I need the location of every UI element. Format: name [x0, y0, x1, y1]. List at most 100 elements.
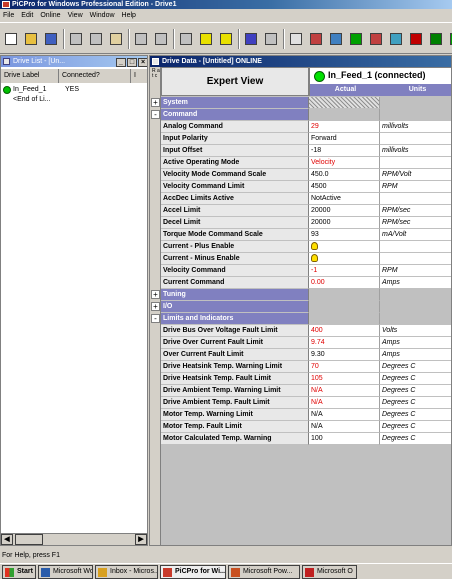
table-row[interactable]: Motor Temp. Warning Limit N/A Degrees C — [161, 409, 451, 421]
parameter-value[interactable]: NotActive — [309, 193, 380, 205]
cut-icon[interactable] — [67, 30, 85, 48]
taskbar-item[interactable]: Inbox - Micros... — [95, 565, 158, 579]
menu-window[interactable]: Window — [90, 12, 115, 19]
save-icon[interactable] — [42, 30, 60, 48]
drive-list-item[interactable]: In_Feed_1 YES — [1, 85, 147, 95]
section-row[interactable]: I/O — [161, 301, 451, 313]
copy-icon[interactable] — [87, 30, 105, 48]
menu-edit[interactable]: Edit — [21, 12, 33, 19]
table-row[interactable]: Active Operating Mode Velocity — [161, 157, 451, 169]
drive-list-end[interactable]: <End of Li... — [1, 95, 147, 105]
section-row[interactable]: Command — [161, 109, 451, 121]
help-icon[interactable] — [197, 30, 215, 48]
parameter-value[interactable]: N/A — [309, 397, 380, 409]
col-drive-label[interactable]: Drive Label — [1, 69, 59, 83]
parameter-value[interactable]: 400 — [309, 325, 380, 337]
close-button[interactable]: × — [138, 58, 147, 67]
menu-help[interactable]: Help — [122, 12, 136, 19]
horizontal-scrollbar[interactable]: ◀ ▶ — [1, 533, 147, 545]
parameter-value[interactable]: 20000 — [309, 217, 380, 229]
menu-view[interactable]: View — [68, 12, 83, 19]
taskbar-item[interactable]: PiCPro for Wi... — [160, 565, 226, 579]
col-connected[interactable]: Connected? — [59, 69, 131, 83]
parameter-value[interactable]: 9.30 — [309, 349, 380, 361]
drive-icon[interactable] — [327, 30, 345, 48]
table-row[interactable]: Velocity Command Limit 4500 RPM — [161, 181, 451, 193]
table-row[interactable]: Drive Ambient Temp. Warning Limit N/A Degr… — [161, 385, 451, 397]
open-folder-icon[interactable] — [22, 30, 40, 48]
table-row[interactable]: Motor Calculated Temp. Warning 100 Degrees… — [161, 433, 451, 445]
parameter-value[interactable]: 450.0 — [309, 169, 380, 181]
parameter-value[interactable]: N/A — [309, 421, 380, 433]
function-icon[interactable] — [387, 30, 405, 48]
collapse-icon[interactable]: - — [151, 110, 160, 119]
parameter-value[interactable]: N/A — [309, 385, 380, 397]
taskbar-item[interactable]: Microsoft O — [302, 565, 357, 579]
restore-button[interactable]: □ — [127, 58, 137, 67]
table-row[interactable]: Drive Bus Over Voltage Fault Limit 400 Vol… — [161, 325, 451, 337]
section-row[interactable]: Limits and Indicators — [161, 313, 451, 325]
table-row[interactable]: Decel Limit 20000 RPM/sec — [161, 217, 451, 229]
table-row[interactable]: Accel Limit 20000 RPM/sec — [161, 205, 451, 217]
parameter-value[interactable]: 100 — [309, 433, 380, 445]
section-row[interactable]: Tuning — [161, 289, 451, 301]
parameter-value[interactable]: 9.74 — [309, 337, 380, 349]
taskbar-item[interactable]: Microsoft Wor... — [38, 565, 93, 579]
table-row[interactable]: Drive Over Current Fault Limit 9.74 Amps — [161, 337, 451, 349]
online-icon[interactable] — [347, 30, 365, 48]
table-row[interactable]: Drive Heatsink Temp. Fault Limit 105 Degre… — [161, 373, 451, 385]
parameter-value[interactable]: 105 — [309, 373, 380, 385]
expand-icon[interactable]: + — [151, 98, 160, 107]
table-row[interactable]: Input Polarity Forward — [161, 133, 451, 145]
minimize-button[interactable]: _ — [116, 58, 126, 67]
parameter-value[interactable]: Forward — [309, 133, 380, 145]
parameter-value[interactable]: 4500 — [309, 181, 380, 193]
parameter-value[interactable]: -1 — [309, 265, 380, 277]
expand-icon[interactable]: + — [151, 290, 160, 299]
undo-icon[interactable] — [132, 30, 150, 48]
scroll-left-icon[interactable]: ◀ — [1, 534, 13, 545]
table-row[interactable]: Input Offset -18 millivolts — [161, 145, 451, 157]
table-row[interactable]: Analog Command 29 millivolts — [161, 121, 451, 133]
parameter-value[interactable]: 70 — [309, 361, 380, 373]
parameter-value[interactable]: Velocity — [309, 157, 380, 169]
scroll-right-icon[interactable]: ▶ — [135, 534, 147, 545]
stop-icon[interactable] — [407, 30, 425, 48]
ladder-icon[interactable] — [367, 30, 385, 48]
monitor-icon[interactable] — [307, 30, 325, 48]
table-row[interactable]: Drive Ambient Temp. Fault Limit N/A Degree… — [161, 397, 451, 409]
table-row[interactable]: Velocity Command -1 RPM — [161, 265, 451, 277]
parameter-value[interactable]: -18 — [309, 145, 380, 157]
section-row[interactable]: System — [161, 97, 451, 109]
parameter-value[interactable] — [309, 253, 380, 265]
run-icon[interactable] — [427, 30, 445, 48]
context-help-icon[interactable] — [217, 30, 235, 48]
menu-online[interactable]: Online — [40, 12, 60, 19]
table-row[interactable]: Over Current Fault Limit 9.30 Amps — [161, 349, 451, 361]
menu-file[interactable]: File — [3, 12, 14, 19]
parameter-value[interactable]: 20000 — [309, 205, 380, 217]
taskbar-item[interactable]: Microsoft Pow... — [228, 565, 300, 579]
library-icon[interactable] — [242, 30, 260, 48]
parameter-value[interactable]: 0.00 — [309, 277, 380, 289]
print-icon[interactable] — [177, 30, 195, 48]
expand-icon[interactable]: + — [151, 302, 160, 311]
table-row[interactable]: Velocity Mode Command Scale 450.0 RPM/Volt — [161, 169, 451, 181]
table-row[interactable]: Motor Temp. Fault Limit N/A Degrees C — [161, 421, 451, 433]
paste-icon[interactable] — [107, 30, 125, 48]
table-row[interactable]: Current - Minus Enable — [161, 253, 451, 265]
scroll-thumb[interactable] — [15, 534, 43, 545]
col-i[interactable]: I — [131, 69, 147, 83]
table-row[interactable]: AccDec Limits Active NotActive — [161, 193, 451, 205]
module-icon[interactable] — [447, 30, 452, 48]
parameter-value[interactable]: 93 — [309, 229, 380, 241]
collapse-icon[interactable]: - — [151, 314, 160, 323]
table-row[interactable]: Drive Heatsink Temp. Warning Limit 70 Degr… — [161, 361, 451, 373]
redo-icon[interactable] — [152, 30, 170, 48]
new-file-icon[interactable] — [2, 30, 20, 48]
table-row[interactable]: Current - Plus Enable — [161, 241, 451, 253]
parameter-value[interactable]: N/A — [309, 409, 380, 421]
table-row[interactable]: Torque Mode Command Scale 93 mA/Volt — [161, 229, 451, 241]
table-row[interactable]: Current Command 0.00 Amps — [161, 277, 451, 289]
parameter-value[interactable]: 29 — [309, 121, 380, 133]
